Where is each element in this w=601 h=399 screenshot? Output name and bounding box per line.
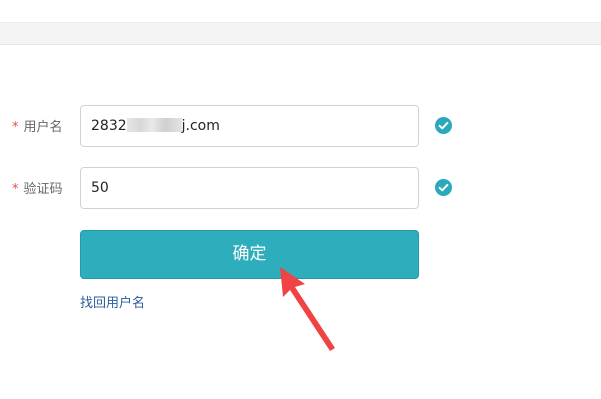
check-circle-icon — [435, 117, 452, 134]
check-circle-icon — [435, 179, 452, 196]
recover-username-link[interactable]: 找回用户名 — [80, 292, 145, 311]
username-label-text: 用户名 — [23, 120, 63, 135]
username-label: * 用户名 — [12, 116, 63, 135]
captcha-input[interactable] — [80, 167, 419, 209]
required-mark: * — [12, 120, 19, 135]
username-value-suffix: j.com — [181, 118, 220, 134]
masked-segment — [126, 118, 182, 132]
username-input[interactable]: 2832 j.com — [80, 105, 419, 147]
confirm-button[interactable]: 确定 — [80, 230, 419, 279]
page: * 用户名 2832 j.com * 验证码 确定 找回用户名 — [0, 0, 601, 399]
required-mark: * — [12, 182, 19, 197]
username-row: * 用户名 2832 j.com — [0, 105, 601, 147]
captcha-label: * 验证码 — [12, 178, 63, 197]
captcha-label-text: 验证码 — [23, 182, 63, 197]
captcha-row: * 验证码 — [0, 167, 601, 209]
username-value-prefix: 2832 — [91, 118, 127, 134]
top-band — [0, 22, 601, 45]
